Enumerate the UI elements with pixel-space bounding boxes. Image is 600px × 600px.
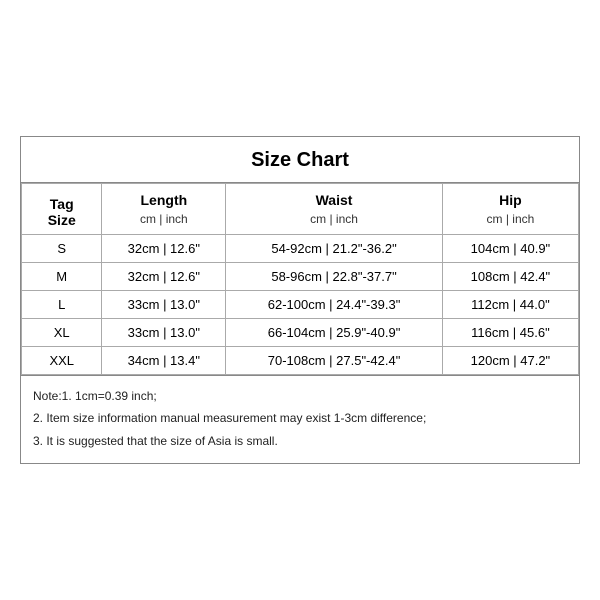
table-body: S32cm | 12.6"54-92cm | 21.2"-36.2"104cm … — [22, 234, 579, 374]
col-hip-sub: cm | inch — [442, 210, 578, 235]
cell-tag: S — [22, 234, 102, 262]
cell-waist: 66-104cm | 25.9"-40.9" — [226, 318, 443, 346]
cell-hip: 112cm | 44.0" — [442, 290, 578, 318]
col-length-header: Length — [102, 183, 226, 210]
table-row: XXL34cm | 13.4"70-108cm | 27.5"-42.4"120… — [22, 346, 579, 374]
cell-waist: 70-108cm | 27.5"-42.4" — [226, 346, 443, 374]
note-1: Note:1. 1cm=0.39 inch; — [33, 386, 567, 406]
cell-waist: 62-100cm | 24.4"-39.3" — [226, 290, 443, 318]
chart-title: Size Chart — [21, 137, 579, 183]
col-tag-header: TagSize — [22, 183, 102, 234]
table-row: M32cm | 12.6"58-96cm | 22.8"-37.7"108cm … — [22, 262, 579, 290]
cell-length: 33cm | 13.0" — [102, 290, 226, 318]
col-waist-header: Waist — [226, 183, 443, 210]
table-row: XL33cm | 13.0"66-104cm | 25.9"-40.9"116c… — [22, 318, 579, 346]
cell-waist: 54-92cm | 21.2"-36.2" — [226, 234, 443, 262]
cell-tag: XL — [22, 318, 102, 346]
col-hip-header: Hip — [442, 183, 578, 210]
cell-length: 32cm | 12.6" — [102, 262, 226, 290]
note-2: 2. Item size information manual measurem… — [33, 408, 567, 428]
cell-waist: 58-96cm | 22.8"-37.7" — [226, 262, 443, 290]
cell-tag: M — [22, 262, 102, 290]
col-length-sub: cm | inch — [102, 210, 226, 235]
table-header-sub: cm | inch cm | inch cm | inch — [22, 210, 579, 235]
cell-hip: 104cm | 40.9" — [442, 234, 578, 262]
size-chart: Size Chart TagSize Length Waist Hip cm |… — [20, 136, 580, 464]
note-3: 3. It is suggested that the size of Asia… — [33, 431, 567, 451]
table-header-main: TagSize Length Waist Hip — [22, 183, 579, 210]
table-row: S32cm | 12.6"54-92cm | 21.2"-36.2"104cm … — [22, 234, 579, 262]
col-waist-sub: cm | inch — [226, 210, 443, 235]
cell-tag: XXL — [22, 346, 102, 374]
table-row: L33cm | 13.0"62-100cm | 24.4"-39.3"112cm… — [22, 290, 579, 318]
cell-hip: 120cm | 47.2" — [442, 346, 578, 374]
cell-hip: 108cm | 42.4" — [442, 262, 578, 290]
cell-length: 32cm | 12.6" — [102, 234, 226, 262]
cell-tag: L — [22, 290, 102, 318]
size-table: TagSize Length Waist Hip cm | inch cm | … — [21, 183, 579, 375]
cell-length: 34cm | 13.4" — [102, 346, 226, 374]
cell-length: 33cm | 13.0" — [102, 318, 226, 346]
notes-section: Note:1. 1cm=0.39 inch; 2. Item size info… — [21, 375, 579, 463]
cell-hip: 116cm | 45.6" — [442, 318, 578, 346]
